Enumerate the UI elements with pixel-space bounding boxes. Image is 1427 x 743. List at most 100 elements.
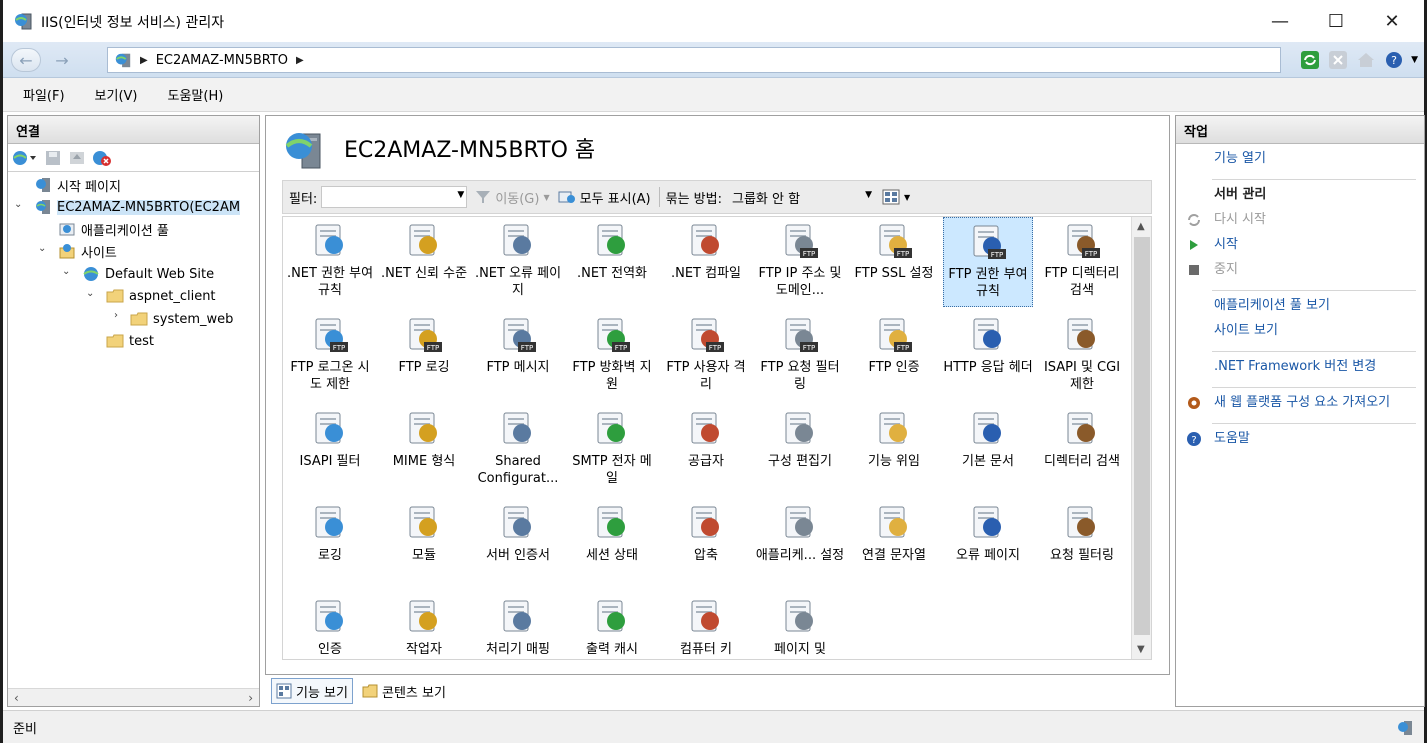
disconnect-icon[interactable] <box>92 149 112 167</box>
restart-action[interactable]: 다시 시작 <box>1176 211 1424 236</box>
tree-item-system-web[interactable]: system_web <box>130 308 233 330</box>
feature-ftp-request-filter[interactable]: FTP FTP 요청 필터링 <box>755 311 845 401</box>
tree-item-default-web-site[interactable]: Default Web Site <box>82 263 214 285</box>
go-button[interactable]: 이동(G) ▼ <box>475 188 550 207</box>
menu-view[interactable]: 보기(V) <box>89 81 144 108</box>
feature-default-doc[interactable]: 기본 문서 <box>943 405 1033 495</box>
view-mode-button[interactable]: ▼ <box>882 189 910 205</box>
forward-button[interactable]: → <box>47 48 77 72</box>
feature-ftp-log[interactable]: FTP FTP 로깅 <box>379 311 469 401</box>
feature-compression[interactable]: 압축 <box>661 499 751 589</box>
tree-item-sites[interactable]: 사이트 <box>58 240 117 262</box>
collapse-website-icon[interactable]: ⌄ <box>62 266 70 277</box>
save-icon[interactable] <box>44 149 62 167</box>
get-web-platform-link[interactable]: 새 웹 플랫폼 구성 요소 가져오기 <box>1176 394 1424 419</box>
expand-folder-icon[interactable]: › <box>114 310 118 321</box>
feature-certificates[interactable]: 서버 인증서 <box>473 499 563 589</box>
help-dropdown-icon[interactable]: ▼ <box>1411 55 1418 65</box>
feature-ftp-ip[interactable]: FTP FTP IP 주소 및 도메인... <box>755 217 845 307</box>
menu-file[interactable]: 파일(F) <box>17 81 71 108</box>
feature-ftp-message[interactable]: FTP FTP 메시지 <box>473 311 563 401</box>
back-button[interactable]: ← <box>11 48 41 72</box>
feature-trust-check[interactable]: .NET 신뢰 수준 <box>379 217 469 307</box>
feature-smtp-mail[interactable]: SMTP 전자 메일 <box>567 405 657 495</box>
change-net-version-link[interactable]: .NET Framework 버전 변경 <box>1176 358 1424 383</box>
connections-scrollbar[interactable]: ‹ › <box>8 688 259 706</box>
help-icon[interactable]: ? <box>1383 49 1405 71</box>
view-sites-link[interactable]: 사이트 보기 <box>1176 322 1424 347</box>
connect-globe-icon[interactable] <box>12 149 38 167</box>
feature-ftp-logon[interactable]: FTP FTP 로그온 시도 제한 <box>285 311 375 401</box>
breadcrumb-arrow-end[interactable]: ▶ <box>296 55 304 66</box>
tab-content-view[interactable]: 콘텐츠 보기 <box>357 678 451 704</box>
feature-delegation[interactable]: 기능 위임 <box>849 405 939 495</box>
feature-ftp-browse[interactable]: FTP FTP 디렉터리 검색 <box>1037 217 1127 307</box>
feature-output-cache[interactable]: 출력 캐시 <box>567 593 657 659</box>
chevron-down-icon[interactable]: ▼ <box>865 190 872 200</box>
feature-ftp-keys[interactable]: FTP FTP 권한 부여 규칙 <box>943 217 1033 307</box>
close-button[interactable]: ✕ <box>1364 0 1420 42</box>
feature-lock-doc[interactable]: .NET 권한 부여 규칙 <box>285 217 375 307</box>
tree-item-server[interactable]: EC2AMAZ-MN5BRTO(EC2AM <box>34 196 241 218</box>
feature-shared-config[interactable]: Shared Configurat... <box>473 405 563 495</box>
feature-modules[interactable]: 모듈 <box>379 499 469 589</box>
feature-config-editor[interactable]: 구성 편집기 <box>755 405 845 495</box>
feature-ftp-auth[interactable]: FTP FTP 인증 <box>849 311 939 401</box>
feature-request-filter[interactable]: 요청 필터링 <box>1037 499 1127 589</box>
view-app-pools-link[interactable]: 애플리케이션 풀 보기 <box>1176 297 1424 322</box>
scroll-down-icon[interactable]: ▼ <box>1137 644 1145 655</box>
feature-http-headers[interactable]: HTTP 응답 헤더 <box>943 311 1033 401</box>
feature-compile[interactable]: .NET 컴파일 <box>661 217 751 307</box>
feature-providers[interactable]: 공급자 <box>661 405 751 495</box>
menu-help[interactable]: 도움말(H) <box>162 81 230 108</box>
stop-action[interactable]: 중지 <box>1176 261 1424 286</box>
feature-authentication[interactable]: 인증 <box>285 593 375 659</box>
collapse-server-icon[interactable]: ⌄ <box>14 199 22 210</box>
group-by-select[interactable]: 그룹화 안 함 ▼ <box>728 186 874 208</box>
features-scrollbar[interactable]: ▲ ▼ <box>1131 217 1151 659</box>
feature-logging[interactable]: 로깅 <box>285 499 375 589</box>
open-feature-link[interactable]: 기능 열기 <box>1176 150 1424 175</box>
feature-cgi[interactable]: ISAPI 및 CGI 제한 <box>1037 311 1127 401</box>
tab-features-view[interactable]: 기능 보기 <box>271 678 353 704</box>
address-box[interactable]: ▶ EC2AMAZ-MN5BRTO ▶ <box>107 47 1281 73</box>
start-action[interactable]: 시작 <box>1176 236 1424 261</box>
stop-icon[interactable] <box>1327 49 1349 71</box>
scrollbar-thumb[interactable] <box>1134 237 1150 635</box>
tree-item-aspnet-client[interactable]: aspnet_client <box>106 285 216 307</box>
help-link[interactable]: ? 도움말 <box>1176 430 1424 455</box>
breadcrumb-arrow[interactable]: ▶ <box>140 55 148 66</box>
feature-machine-key[interactable]: 컴퓨터 키 <box>661 593 751 659</box>
feature-connection-strings[interactable]: 연결 문자열 <box>849 499 939 589</box>
tree-item-app-pools[interactable]: 애플리케이션 풀 <box>58 218 169 240</box>
feature-error-page[interactable]: .NET 오류 페이지 <box>473 217 563 307</box>
scroll-left-icon[interactable]: ‹ <box>14 691 19 705</box>
feature-pages-controls[interactable]: 페이지 및 <box>755 593 845 659</box>
refresh-icon[interactable] <box>1299 49 1321 71</box>
collapse-sites-icon[interactable]: ⌄ <box>38 243 46 254</box>
feature-worker-processes[interactable]: 작업자 <box>379 593 469 659</box>
feature-mime[interactable]: MIME 형식 <box>379 405 469 495</box>
maximize-button[interactable]: ☐ <box>1308 0 1364 42</box>
chevron-down-icon[interactable]: ▼ <box>457 190 464 200</box>
feature-app-settings[interactable]: 애플리케... 설정 <box>755 499 845 589</box>
feature-dir-browse[interactable]: 디렉터리 검색 <box>1037 405 1127 495</box>
feature-ftp-ssl-lock[interactable]: FTP FTP SSL 설정 <box>849 217 939 307</box>
feature-handler-mappings[interactable]: 처리기 매핑 <box>473 593 563 659</box>
feature-globe[interactable]: .NET 전역화 <box>567 217 657 307</box>
collapse-folder-icon[interactable]: ⌄ <box>86 288 94 299</box>
minimize-button[interactable]: — <box>1252 0 1308 42</box>
tree-item-test[interactable]: test <box>106 330 154 352</box>
scroll-up-icon[interactable]: ▲ <box>1137 221 1145 232</box>
filter-input[interactable]: ▼ <box>321 186 468 208</box>
breadcrumb-server[interactable]: EC2AMAZ-MN5BRTO <box>156 53 288 68</box>
feature-ftp-firewall[interactable]: FTP FTP 방화벽 지원 <box>567 311 657 401</box>
show-all-button[interactable]: 모두 표시(A) <box>558 188 651 207</box>
feature-ftp-user-isolation[interactable]: FTP FTP 사용자 격리 <box>661 311 751 401</box>
feature-error-pages[interactable]: 오류 페이지 <box>943 499 1033 589</box>
feature-funnel[interactable]: ISAPI 필터 <box>285 405 375 495</box>
tree-item-start-page[interactable]: 시작 페이지 <box>34 174 121 196</box>
up-level-icon[interactable] <box>68 149 86 167</box>
scroll-right-icon[interactable]: › <box>248 691 253 705</box>
home-icon[interactable] <box>1355 49 1377 71</box>
